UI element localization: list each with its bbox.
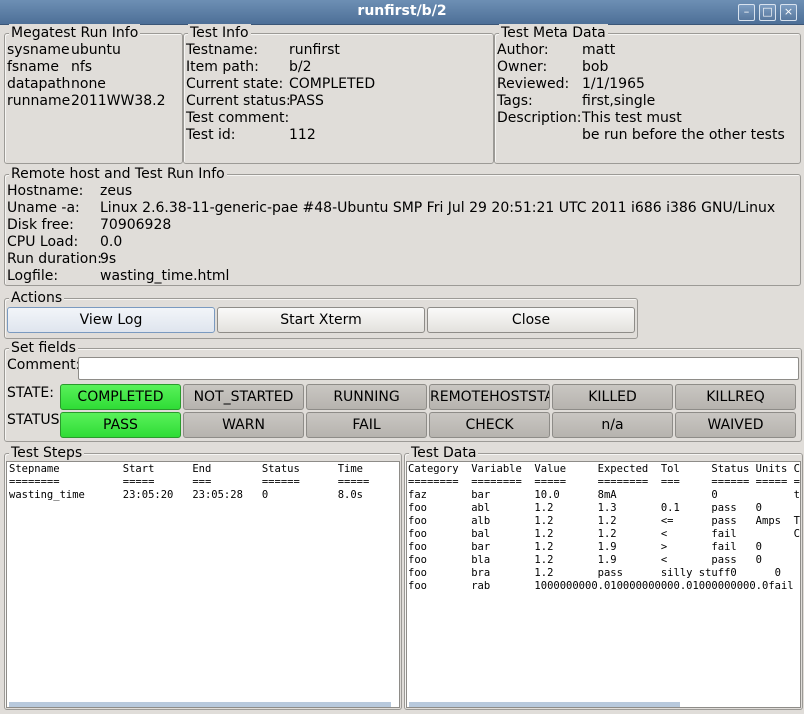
text-line: foo rab 1000000000.010000000000.01000000… — [408, 580, 801, 592]
status-na-button[interactable]: n/a — [552, 412, 673, 438]
test-data-panel: Test Data Category Variable Value Expect… — [404, 444, 803, 710]
info-label: Test id: — [186, 127, 236, 143]
state-remotehoststart-button[interactable]: REMOTEHOSTSTART — [429, 384, 550, 410]
cpu-load-value: 0.0 — [100, 234, 123, 250]
test-id-value: 112 — [289, 127, 316, 143]
info-label: Reviewed: — [497, 76, 570, 92]
window-title: runfirst/b/2 — [357, 3, 447, 19]
info-value: first,single — [582, 93, 656, 109]
info-label: Description: — [497, 110, 582, 126]
status-pass-button[interactable]: PASS — [60, 412, 181, 438]
panel-legend: Test Data — [409, 444, 479, 462]
info-label: Disk free: — [7, 217, 74, 233]
text-line: foo alb 1.2 1.2 <= pass Amps This is — [408, 515, 801, 527]
info-value: 1/1/1965 — [582, 76, 645, 92]
text-line: foo bar 1.2 1.9 > fail 0 — [408, 541, 763, 553]
info-label: Current status: — [186, 93, 291, 109]
test-data-textarea[interactable]: Category Variable Value Expected Tol Sta… — [406, 461, 801, 708]
info-value: bob — [582, 59, 609, 75]
comment-input[interactable] — [78, 357, 799, 380]
minimize-icon[interactable]: – — [738, 4, 755, 21]
text-line: Stepname Start End Status Time — [9, 463, 364, 475]
state-killreq-button[interactable]: KILLREQ — [675, 384, 796, 410]
text-line: foo bra 1.2 pass silly stuff0 0 — [408, 567, 781, 579]
close-icon[interactable]: × — [780, 4, 797, 21]
uname-value: Linux 2.6.38-11-generic-pae #48-Ubuntu S… — [100, 200, 776, 216]
item-path-value: b/2 — [289, 59, 312, 75]
status-check-button[interactable]: CHECK — [429, 412, 550, 438]
info-label: datapath — [7, 76, 71, 92]
comment-label: Comment: — [7, 357, 81, 373]
info-label: Owner: — [497, 59, 548, 75]
disk-free-value: 70906928 — [100, 217, 172, 233]
maximize-icon[interactable]: □ — [759, 4, 776, 21]
panel-legend: Test Meta Data — [499, 24, 608, 42]
test-info-panel: Test Info Testname: runfirst Item path: … — [183, 24, 494, 164]
actions-panel: Actions View Log Start Xterm Close — [4, 289, 638, 339]
info-label: Current state: — [186, 76, 284, 92]
set-fields-panel: Set fields Comment: STATE: STATUS: COMPL… — [4, 339, 802, 442]
info-label: Tags: — [497, 93, 533, 109]
title-bar[interactable]: runfirst/b/2 – □ × — [0, 0, 804, 25]
remote-host-panel: Remote host and Test Run Info Hostname: … — [4, 165, 801, 286]
testname-value: runfirst — [289, 42, 340, 58]
status-waived-button[interactable]: WAIVED — [675, 412, 796, 438]
close-button[interactable]: Close — [427, 307, 635, 333]
start-xterm-button[interactable]: Start Xterm — [217, 307, 425, 333]
text-line: ======== ======== ===== ======== === ===… — [408, 476, 801, 488]
info-label: fsname — [7, 59, 59, 75]
state-completed-button[interactable]: COMPLETED — [60, 384, 181, 410]
info-label: Hostname: — [7, 183, 84, 199]
text-line: ======== ===== === ====== ===== — [9, 476, 370, 488]
current-status-value: PASS — [289, 93, 324, 109]
info-value: 2011WW38.2 — [71, 93, 166, 109]
panel-legend: Test Info — [188, 24, 251, 42]
info-label: sysname — [7, 42, 70, 58]
horizontal-scrollbar[interactable] — [409, 702, 680, 707]
status-label: STATUS: — [7, 412, 65, 428]
view-log-button[interactable]: View Log — [7, 307, 215, 333]
test-steps-textarea[interactable]: Stepname Start End Status Time ======== … — [6, 461, 400, 708]
run-duration-value: 9s — [100, 251, 117, 267]
info-label: Item path: — [186, 59, 259, 75]
status-warn-button[interactable]: WARN — [183, 412, 304, 438]
info-value: ubuntu — [71, 42, 121, 58]
panel-legend: Set fields — [9, 339, 78, 357]
logfile-value: wasting_time.html — [100, 268, 230, 284]
text-line: Category Variable Value Expected Tol Sta… — [408, 463, 801, 475]
info-label: Uname -a: — [7, 200, 80, 216]
info-value: none — [71, 76, 106, 92]
panel-legend: Megatest Run Info — [9, 24, 141, 42]
info-label: Logfile: — [7, 268, 59, 284]
description-value: This test must — [582, 110, 682, 126]
text-line: foo bla 1.2 1.9 < pass 0 — [408, 554, 763, 566]
info-label: Test comment: — [186, 110, 290, 126]
info-value: nfs — [71, 59, 93, 75]
megatest-run-info-panel: Megatest Run Info sysname ubuntu fsname … — [4, 24, 183, 164]
hostname-value: zeus — [100, 183, 133, 199]
info-label: Run duration: — [7, 251, 102, 267]
panel-legend: Remote host and Test Run Info — [9, 165, 227, 183]
text-line: foo bal 1.2 1.2 < fail Check — [408, 528, 801, 540]
state-label: STATE: — [7, 385, 54, 401]
state-running-button[interactable]: RUNNING — [306, 384, 427, 410]
test-meta-data-panel: Test Meta Data Author: matt Owner: bob R… — [494, 24, 801, 164]
state-killed-button[interactable]: KILLED — [552, 384, 673, 410]
panel-legend: Actions — [9, 289, 65, 307]
info-value: matt — [582, 42, 616, 58]
test-steps-panel: Test Steps Stepname Start End Status Tim… — [4, 444, 402, 710]
text-line: foo abl 1.2 1.3 0.1 pass 0 — [408, 502, 763, 514]
text-line: wasting_time 23:05:20 23:05:28 0 8.0s — [9, 489, 364, 501]
description-value: be run before the other tests — [582, 127, 785, 143]
info-label: CPU Load: — [7, 234, 79, 250]
panel-legend: Test Steps — [9, 444, 85, 462]
info-label: Author: — [497, 42, 549, 58]
info-label: runname — [7, 93, 71, 109]
horizontal-scrollbar[interactable] — [9, 702, 391, 707]
state-not-started-button[interactable]: NOT_STARTED — [183, 384, 304, 410]
text-line: faz bar 10.0 8mA 0 this is — [408, 489, 801, 501]
current-state-value: COMPLETED — [289, 76, 376, 92]
status-fail-button[interactable]: FAIL — [306, 412, 427, 438]
info-label: Testname: — [186, 42, 258, 58]
